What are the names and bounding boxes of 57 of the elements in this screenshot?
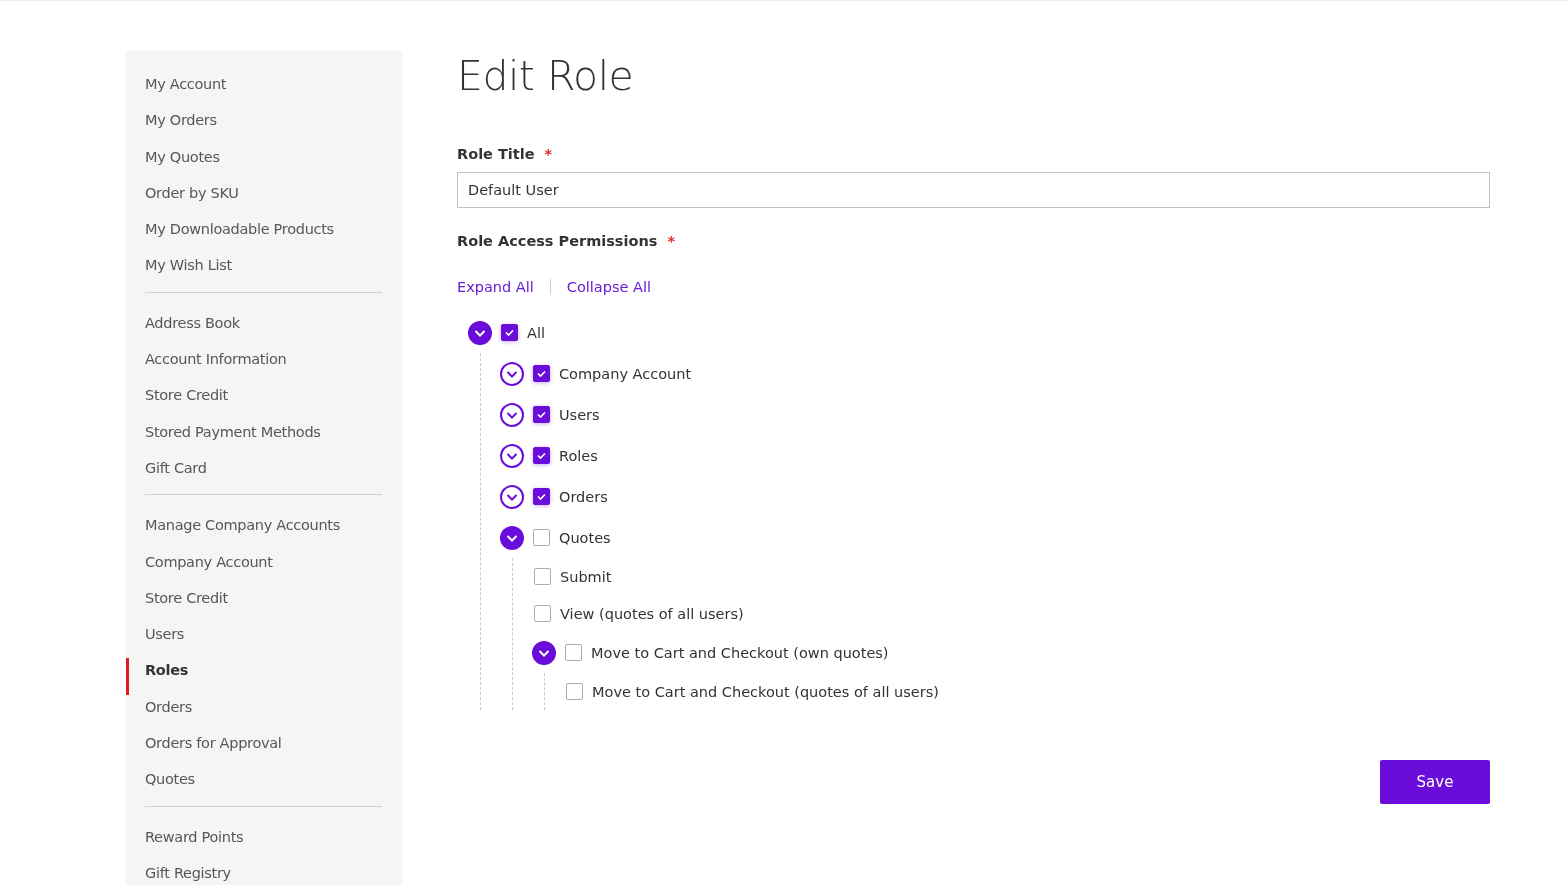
expand-toggle-icon[interactable] (500, 361, 524, 386)
checkbox[interactable] (533, 365, 550, 382)
sidebar-item[interactable]: My Wish List (145, 253, 382, 290)
sidebar-item[interactable]: My Quotes (145, 144, 382, 181)
permission-label: Quotes (559, 529, 611, 546)
permission-label: Orders (559, 488, 608, 505)
sidebar-item[interactable]: Gift Card (145, 455, 382, 493)
sidebar-item[interactable]: Manage Company Accounts (145, 513, 382, 550)
checkbox[interactable] (533, 406, 550, 423)
permission-label: All (527, 324, 545, 341)
sidebar-item[interactable]: Order by SKU (145, 180, 382, 218)
sidebar-item[interactable]: Stored Payment Methods (145, 419, 382, 456)
expand-toggle-icon[interactable] (500, 484, 524, 509)
sidebar-item[interactable]: Quotes (145, 767, 382, 804)
collapse-all-link[interactable]: Collapse All (566, 279, 652, 295)
field-label: Role Title (457, 146, 535, 162)
role-title-field[interactable]: Default User (457, 172, 1490, 208)
checkbox[interactable] (565, 644, 582, 661)
sidebar-item[interactable]: Account Information (145, 347, 382, 384)
sidebar-item[interactable]: My Account (145, 72, 382, 109)
permission-label: Company Account (559, 365, 692, 382)
checkbox[interactable] (533, 529, 550, 546)
required-mark: * (667, 233, 675, 249)
permission-label: Move to Cart and Checkout (own quotes) (591, 644, 889, 661)
permission-label: Move to Cart and Checkout (quotes of all users) (592, 683, 939, 700)
collapse-toggle-icon[interactable] (532, 640, 556, 665)
sidebar-item[interactable]: My Orders (145, 108, 382, 145)
sidebar-item[interactable]: Company Account (145, 549, 382, 586)
checkbox[interactable] (534, 568, 551, 585)
permission-label: Roles (559, 447, 598, 464)
permission-label: Users (559, 406, 600, 423)
collapse-toggle-icon[interactable] (468, 320, 492, 345)
checkbox[interactable] (501, 324, 518, 341)
sidebar-item[interactable]: Roles (126, 658, 382, 695)
sidebar-item[interactable]: Store Credit (145, 585, 382, 623)
sidebar-item[interactable]: Reward Points (145, 824, 382, 861)
checkbox[interactable] (534, 605, 551, 622)
checkbox[interactable] (533, 447, 550, 464)
sidebar-item[interactable]: Address Book (145, 310, 382, 348)
expand-all-link[interactable]: Expand All (457, 279, 534, 295)
sidebar-item[interactable]: Users (145, 622, 382, 659)
field-label: Role Access Permissions (457, 233, 658, 249)
expand-toggle-icon[interactable] (500, 443, 524, 468)
sidebar-item[interactable]: Orders (145, 694, 382, 732)
required-mark: * (544, 146, 553, 162)
expand-toggle-icon[interactable] (500, 402, 524, 427)
permission-label: Submit (560, 568, 612, 585)
sidebar-item[interactable]: Store Credit (145, 383, 382, 420)
checkbox[interactable] (533, 488, 550, 505)
sidebar-item[interactable]: Gift Registry (145, 860, 382, 885)
save-button[interactable]: Save (1380, 760, 1490, 804)
sidebar-item[interactable]: My Downloadable Products (145, 217, 382, 254)
permission-label: View (quotes of all users) (560, 605, 744, 622)
checkbox[interactable] (566, 683, 583, 700)
collapse-toggle-icon[interactable] (500, 525, 524, 550)
sidebar-item[interactable]: Orders for Approval (145, 731, 382, 768)
page-title: Edit Role (457, 51, 635, 101)
